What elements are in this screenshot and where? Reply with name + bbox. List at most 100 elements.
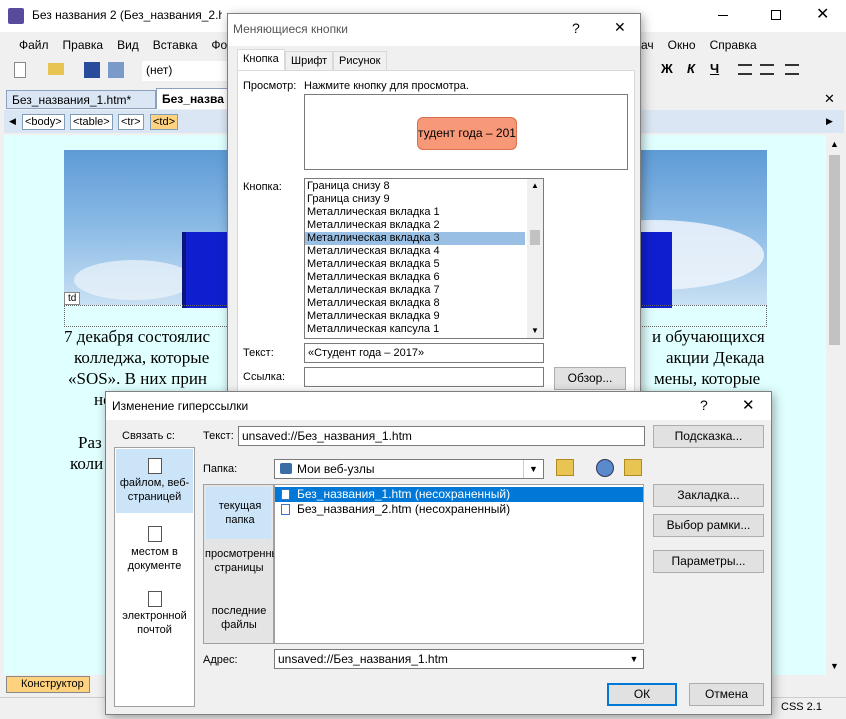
folder-value: Мои веб-узлы [297, 462, 375, 476]
align-left-icon[interactable] [738, 64, 752, 75]
tag-forward-icon[interactable]: ▶ [826, 116, 833, 127]
doc-line-3: «SOS». В них прин [68, 369, 208, 388]
button-style-item[interactable]: Металлическая вкладка 9 [305, 310, 525, 323]
tab-font[interactable]: Шрифт [285, 51, 334, 71]
menu-tasks[interactable]: ач [641, 36, 654, 54]
tooltip-button[interactable]: Подсказка... [653, 425, 764, 448]
browse-file-icon[interactable] [624, 459, 642, 476]
scroll-up-icon[interactable]: ▲ [830, 139, 839, 149]
list-scroll-down-icon[interactable]: ▼ [531, 326, 539, 335]
file-item-1[interactable]: Без_названия_1.htm (несохраненный) [275, 487, 643, 502]
cancel-button[interactable]: Отмена [689, 683, 764, 706]
preview-box[interactable]: тудент года – 201 [304, 94, 628, 170]
bold-button[interactable]: Ж [661, 61, 673, 76]
menu-help[interactable]: Справка [710, 36, 757, 54]
tag-tr[interactable]: <tr> [118, 114, 144, 130]
doc-tab-2[interactable]: Без_назва [156, 88, 232, 109]
open-icon[interactable] [48, 63, 64, 75]
button-style-item[interactable]: Металлическая вкладка 6 [305, 271, 525, 284]
align-center-icon[interactable] [760, 64, 774, 75]
browse-button[interactable]: Обзор... [554, 367, 626, 390]
menu-view[interactable]: Вид [117, 36, 139, 54]
doc-tab-1[interactable]: Без_названия_1.htm* [6, 90, 156, 109]
folder-icon [280, 463, 292, 474]
tag-back-icon[interactable]: ◀ [9, 116, 16, 127]
link-text-input[interactable]: unsaved://Без_названия_1.htm [238, 426, 645, 446]
preview-label: Просмотр: [243, 80, 297, 92]
sub-nav-browsed-label[interactable]: просмотренные страницы [205, 547, 286, 575]
button-style-item[interactable]: Металлическая вкладка 2 [305, 219, 525, 232]
preview-button[interactable]: тудент года – 201 [417, 117, 517, 150]
button-style-item[interactable]: Граница снизу 9 [305, 193, 525, 206]
new-icon[interactable] [14, 62, 26, 78]
address-select[interactable]: unsaved://Без_названия_1.htm ▼ [274, 649, 644, 669]
button-dialog-close-button[interactable]: ✕ [614, 19, 626, 36]
button-style-item[interactable]: Металлическая вкладка 8 [305, 297, 525, 310]
tab-picture[interactable]: Рисунок [333, 51, 387, 71]
file-item-2[interactable]: Без_названия_2.htm (несохраненный) [275, 502, 643, 517]
button-style-item[interactable]: Металлическая вкладка 1 [305, 206, 525, 219]
tag-td[interactable]: <td> [150, 114, 179, 130]
align-right-icon[interactable] [785, 64, 799, 75]
target-frame-button[interactable]: Выбор рамки... [653, 514, 764, 537]
maximize-icon[interactable] [771, 10, 781, 20]
design-view-tab[interactable]: Конструктор [6, 676, 90, 693]
address-dropdown-icon[interactable]: ▼ [625, 650, 643, 668]
file-list[interactable]: Без_названия_1.htm (несохраненный) Без_н… [274, 484, 644, 644]
close-icon[interactable]: ✕ [816, 4, 829, 24]
button-text-input[interactable]: «Студент года – 2017» [304, 343, 544, 363]
address-value: unsaved://Без_названия_1.htm [278, 652, 448, 666]
list-scroll-thumb[interactable] [530, 230, 540, 245]
sub-nav-current-folder-label: текущая папка [218, 500, 262, 526]
save-icon[interactable] [84, 62, 100, 78]
button-style-item[interactable]: Металлическая вкладка 3 [305, 232, 525, 245]
tab-panel: Просмотр: Нажмите кнопку для просмотра. … [237, 70, 635, 400]
browse-web-icon[interactable] [596, 459, 614, 477]
style-select[interactable]: (нет) [142, 61, 228, 81]
button-link-input[interactable] [304, 367, 544, 387]
scroll-thumb[interactable] [829, 155, 840, 345]
button-style-item[interactable]: Металлическая капсула 1 [305, 323, 525, 336]
bookmark-button[interactable]: Закладка... [653, 484, 764, 507]
menu-file[interactable]: Файл [19, 36, 49, 54]
menu-format[interactable]: Фо [211, 36, 227, 54]
sub-nav-pane: текущая папка просмотренные страницы пос… [203, 484, 286, 644]
sub-nav-recent-label[interactable]: последние файлы [205, 604, 273, 632]
up-folder-icon[interactable] [556, 459, 574, 476]
underline-button[interactable]: Ч [710, 61, 719, 76]
button-style-item[interactable]: Металлическая вкладка 7 [305, 284, 525, 297]
button-style-item[interactable]: Металлическая вкладка 4 [305, 245, 525, 258]
nav-email-label[interactable]: электронной почтой [117, 609, 192, 637]
list-scroll-up-icon[interactable]: ▲ [531, 181, 539, 190]
window-title: Без названия 2 (Без_названия_2.htm) - Mi… [32, 8, 222, 22]
button-style-item[interactable]: Металлическая вкладка 5 [305, 258, 525, 271]
folder-dropdown-icon[interactable]: ▼ [523, 460, 543, 478]
link-dialog-titlebar: Изменение гиперссылки ? ✕ [106, 392, 771, 420]
minimize-icon[interactable] [718, 15, 728, 16]
button-style-item[interactable]: Граница снизу 8 [305, 180, 525, 193]
vertical-scrollbar[interactable]: ▲ ▼ [826, 135, 843, 675]
menu-insert[interactable]: Вставка [153, 36, 198, 54]
menu-edit[interactable]: Правка [63, 36, 104, 54]
tab-button[interactable]: Кнопка [237, 49, 285, 71]
nav-place-label[interactable]: местом в документе [117, 545, 192, 573]
preview-icon[interactable] [108, 62, 124, 78]
ok-button[interactable]: ОК [607, 683, 677, 706]
button-dialog-help-button[interactable]: ? [572, 20, 580, 36]
italic-button[interactable]: К [687, 61, 695, 76]
button-dialog-titlebar: Меняющиеся кнопки ? ✕ [228, 14, 640, 46]
interactive-buttons-dialog: Меняющиеся кнопки ? ✕ Кнопка Шрифт Рисун… [227, 13, 641, 403]
scroll-down-icon[interactable]: ▼ [830, 661, 839, 671]
list-scrollbar[interactable]: ▲ ▼ [527, 179, 543, 338]
cloud-shape-2 [74, 260, 194, 300]
link-dialog-help-button[interactable]: ? [700, 397, 708, 413]
button-style-list[interactable]: Граница снизу 8 Граница снизу 9 Металличес… [304, 178, 544, 339]
tag-table[interactable]: <table> [70, 114, 113, 130]
folder-label: Папка: [203, 463, 238, 475]
tag-body[interactable]: <body> [22, 114, 65, 130]
parameters-button[interactable]: Параметры... [653, 550, 764, 573]
menu-window[interactable]: Окно [668, 36, 696, 54]
close-doc-icon[interactable]: ✕ [824, 91, 835, 107]
folder-select[interactable]: Мои веб-узлы ▼ [274, 459, 544, 479]
link-dialog-close-button[interactable]: ✕ [742, 396, 755, 414]
